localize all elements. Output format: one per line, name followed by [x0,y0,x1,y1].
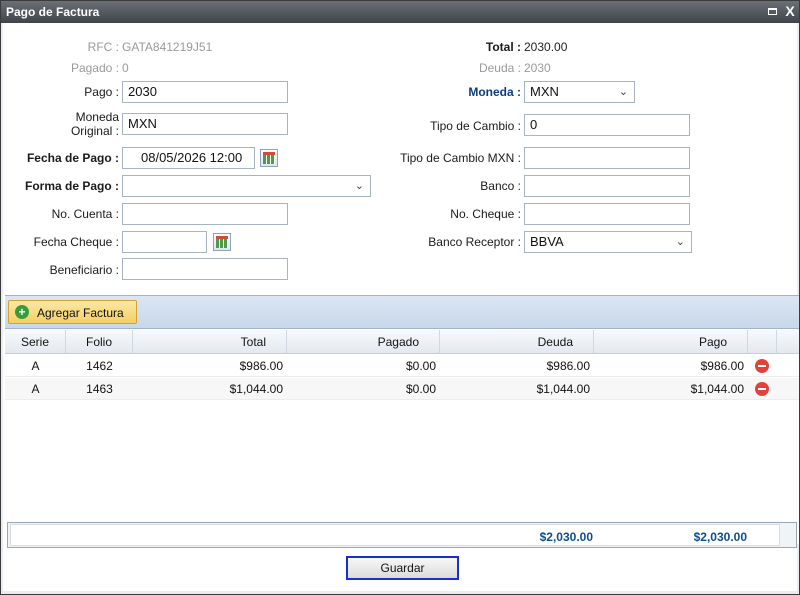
save-button[interactable]: Guardar [346,556,459,580]
grid-toolbar: + Agregar Factura [5,295,799,329]
rfc-value: GATA841219J51 [122,40,213,54]
fecha-pago-input[interactable]: 08/05/2026 12:00 [122,147,255,169]
deuda-value: 2030 [524,61,551,75]
cell-pagado: $0.00 [405,359,436,373]
pagado-label: Pagado : [70,61,119,75]
add-invoice-label: Agregar Factura [37,306,124,320]
rfc-label: RFC : [87,40,119,54]
fecha-cheque-input[interactable] [122,231,207,253]
remove-circle-icon[interactable] [755,359,769,373]
column-header-scroll [777,330,799,354]
cell-serie: A [31,359,40,373]
forma-pago-label: Forma de Pago : [24,179,119,193]
fecha-pago-calendar-icon[interactable] [260,149,278,167]
cell-deuda: $986.00 [546,359,590,373]
chevron-down-icon[interactable]: ⌄ [676,232,685,252]
summary-deuda: $2,030.00 [539,530,593,544]
banco-label: Banco : [480,179,521,193]
window-title: Pago de Factura [6,5,100,19]
pagado-value: 0 [122,61,129,75]
moneda-original-label-line2: Original : [70,124,119,138]
remove-circle-icon[interactable] [755,382,769,396]
moneda-original-label: Moneda Original : [71,110,119,138]
banco-receptor-value: BBVA [530,234,564,249]
moneda-original-input[interactable]: MXN [122,113,288,135]
summary-pago: $2,030.00 [693,530,747,544]
total-value: 2030.00 [524,40,568,54]
fecha-cheque-label: Fecha Cheque : [33,235,119,249]
forma-pago-select[interactable]: ⌄ [122,175,371,197]
maximize-icon[interactable] [764,3,780,19]
grid-header: Serie Folio Total Pagado Deuda Pago [5,330,799,354]
pago-label: Pago : [84,85,119,99]
beneficiario-label: Beneficiario : [49,263,119,277]
cell-pago[interactable]: $1,044.00 [594,378,744,400]
grid-summary: $2,030.00 $2,030.00 [7,522,797,548]
no-cuenta-label: No. Cuenta : [51,207,119,221]
beneficiario-input[interactable] [122,258,288,280]
pago-input[interactable]: 2030 [122,81,288,103]
cell-total: $986.00 [239,359,283,373]
moneda-original-label-line1: Moneda [75,110,119,124]
deuda-label: Deuda : [478,61,521,75]
no-cheque-label: No. Cheque : [450,207,521,221]
moneda-value: MXN [530,84,559,99]
cell-pago[interactable]: $986.00 [594,355,744,377]
cell-pagado: $0.00 [405,382,436,396]
payment-dialog: Pago de Factura X RFC : GATA841219J51 Pa… [0,0,800,595]
cell-total: $1,044.00 [229,382,283,396]
add-circle-icon: + [15,305,29,319]
tipo-cambio-mxn-label: Tipo de Cambio MXN : [400,151,521,165]
cell-folio: 1463 [86,382,113,396]
column-header-total[interactable]: Total [133,330,287,354]
moneda-select[interactable]: MXN ⌄ [524,81,635,103]
no-cuenta-input[interactable] [122,203,288,225]
banco-receptor-label: Banco Receptor : [428,235,521,249]
column-header-folio[interactable]: Folio [66,330,133,354]
dialog-content: RFC : GATA841219J51 Pagado : 0 Pago : 20… [3,23,799,591]
fecha-pago-label: Fecha de Pago : [26,151,119,165]
title-bar[interactable]: Pago de Factura X [1,1,799,23]
column-header-actions [748,330,777,354]
column-header-pagado[interactable]: Pagado [287,330,440,354]
banco-input[interactable] [524,175,690,197]
add-invoice-button[interactable]: + Agregar Factura [8,300,137,324]
summary-row: $2,030.00 $2,030.00 [10,524,780,546]
column-header-pago[interactable]: Pago [594,330,748,354]
tipo-cambio-input[interactable]: 0 [524,114,690,136]
fecha-cheque-calendar-icon[interactable] [213,233,231,251]
column-header-deuda[interactable]: Deuda [440,330,594,354]
total-label: Total : [485,40,521,54]
chevron-down-icon[interactable]: ⌄ [355,176,364,196]
cell-deuda: $1,044.00 [536,382,590,396]
cell-serie: A [31,382,40,396]
close-icon[interactable]: X [782,3,798,19]
no-cheque-input[interactable] [524,203,690,225]
invoice-grid: Serie Folio Total Pagado Deuda Pago A 14… [5,330,799,544]
banco-receptor-select[interactable]: BBVA ⌄ [524,231,692,253]
moneda-label: Moneda : [468,85,521,99]
chevron-down-icon[interactable]: ⌄ [619,82,628,102]
tipo-cambio-mxn-input[interactable] [524,147,690,169]
column-header-serie[interactable]: Serie [5,330,66,354]
tipo-cambio-label: Tipo de Cambio : [430,119,521,133]
cell-folio: 1462 [86,359,113,373]
table-row[interactable]: A 1463 $1,044.00 $0.00 $1,044.00 $1,044.… [5,378,799,400]
table-row[interactable]: A 1462 $986.00 $0.00 $986.00 $986.00 [5,355,799,377]
